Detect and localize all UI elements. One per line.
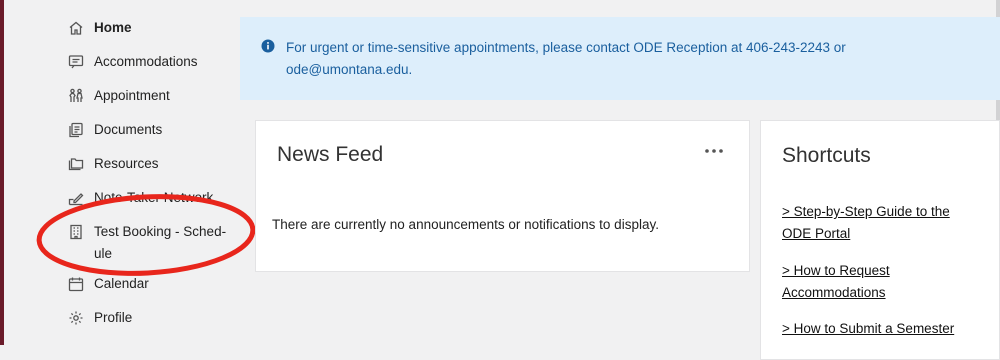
sidebar-item-accommodations[interactable]: Accommodations <box>68 51 198 73</box>
sidebar-item-calendar[interactable]: Calendar <box>68 273 149 295</box>
shortcut-link-step-by-step-guide[interactable]: > Step-by-Step Guide to the ODE Portal <box>782 201 982 245</box>
shortcut-link-submit-semester[interactable]: > How to Submit a Semester <box>782 318 982 340</box>
sidebar-item-label: Note-Taker Network <box>94 190 214 205</box>
sidebar-item-profile[interactable]: Profile <box>68 307 132 329</box>
pen-icon <box>68 190 84 206</box>
sidebar-item-resources[interactable]: Resources <box>68 153 159 175</box>
sidebar-item-label: Resources <box>94 156 159 171</box>
people-icon <box>68 88 84 104</box>
folder-icon <box>68 156 84 172</box>
news-feed-title: News Feed <box>277 143 384 166</box>
sidebar-item-label: Appointment <box>94 88 170 103</box>
calendar-icon <box>68 276 84 292</box>
sidebar-item-appointment[interactable]: Appointment <box>68 85 170 107</box>
shortcut-link-request-accommodations[interactable]: > How to Request Accommodations <box>782 260 982 304</box>
sidebar-item-home[interactable]: Home <box>68 17 132 39</box>
gear-icon <box>68 310 84 326</box>
sidebar-item-documents[interactable]: Documents <box>68 119 162 141</box>
documents-icon <box>68 122 84 138</box>
shortcuts-card: Shortcuts > Step-by-Step Guide to the OD… <box>760 120 1000 360</box>
sidebar-item-label: Calendar <box>94 276 149 291</box>
sidebar-item-label: Test Booking - Sched-ule <box>94 224 227 261</box>
building-icon <box>68 224 84 240</box>
sidebar-item-label: Documents <box>94 122 163 137</box>
info-icon <box>261 39 275 53</box>
home-icon <box>68 20 84 36</box>
alert-text: For urgent or time-sensitive appointment… <box>286 40 846 77</box>
news-feed-empty-message: There are currently no announcements or … <box>272 217 659 232</box>
more-horizontal-icon[interactable] <box>704 144 724 158</box>
chat-icon <box>68 54 84 70</box>
shortcuts-title: Shortcuts <box>782 144 871 167</box>
sidebar-item-test-booking[interactable]: Test Booking - Sched-ule <box>68 221 234 265</box>
sidebar-item-label: Profile <box>94 310 133 325</box>
sidebar-item-note-taker-network[interactable]: Note-Taker Network <box>68 187 213 209</box>
urgent-contact-alert: For urgent or time-sensitive appointment… <box>240 17 1000 100</box>
sidebar-nav: Home Accommodations Appointment Document… <box>58 0 238 345</box>
sidebar-item-label: Accommodations <box>94 54 198 69</box>
sidebar-item-label: Home <box>94 20 132 35</box>
left-accent-rail <box>0 0 4 345</box>
news-feed-card: News Feed There are currently no announc… <box>255 120 750 272</box>
